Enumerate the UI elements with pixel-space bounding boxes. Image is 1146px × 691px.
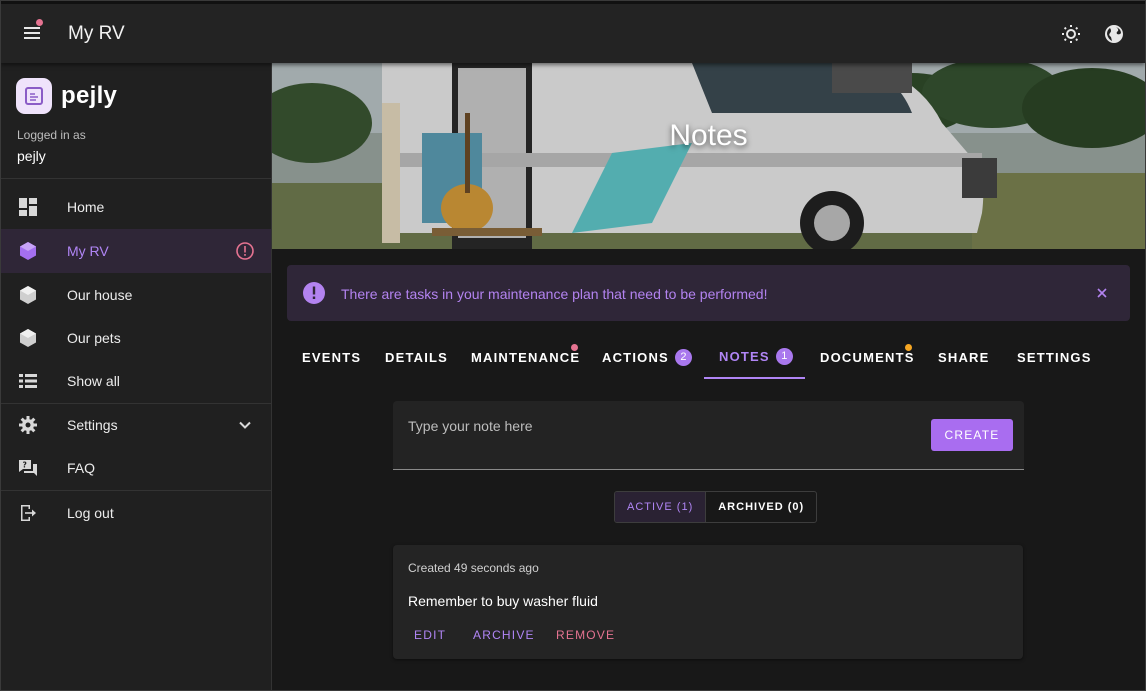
hero-banner: Notes [272, 63, 1145, 249]
page-title: Notes [669, 119, 748, 152]
maintenance-alert: There are tasks in your maintenance plan… [287, 265, 1130, 321]
edit-button[interactable]: EDIT [414, 628, 446, 642]
app-window: My RV pejly Logged in as pejly Home My R… [0, 0, 1146, 691]
sidebar-item-settings[interactable]: Settings [1, 403, 271, 447]
tab-label: SHARE [938, 349, 990, 365]
notification-dot [905, 344, 912, 351]
sidebar-item-home[interactable]: Home [1, 185, 271, 229]
tab-label: MAINTENANCE [471, 349, 581, 365]
note-input[interactable]: Type your note here CREATE [393, 401, 1024, 470]
sidebar-item-our-house[interactable]: Our house [1, 273, 271, 317]
svg-text:?: ? [23, 461, 27, 470]
app-title: My RV [68, 23, 125, 44]
divider [1, 178, 271, 179]
logged-in-label: Logged in as [17, 128, 86, 142]
remove-button[interactable]: REMOVE [556, 628, 615, 642]
sidebar-item-log-out[interactable]: Log out [1, 491, 271, 535]
count-badge: 2 [674, 348, 692, 366]
sidebar-item-label: FAQ [67, 460, 96, 476]
note-input-placeholder: Type your note here [408, 418, 533, 434]
sidebar-item-label: Our pets [67, 330, 121, 346]
tab-label: EVENTS [302, 349, 362, 365]
brand-logo [16, 78, 52, 114]
alert-message: There are tasks in your maintenance plan… [341, 286, 768, 302]
list-icon [17, 370, 39, 392]
tab-settings[interactable]: SETTINGS [1017, 335, 1092, 379]
sidebar-item-label: My RV [67, 243, 109, 259]
cube-icon [17, 284, 39, 306]
tab-label: DETAILS [385, 349, 449, 365]
tab-share[interactable]: SHARE [938, 335, 990, 379]
sidebar-item-my-rv[interactable]: My RV [1, 229, 271, 273]
sidebar-item-faq[interactable]: ? FAQ [1, 446, 271, 490]
chevron-down-icon[interactable] [234, 414, 256, 436]
username: pejly [17, 148, 46, 164]
notification-dot [36, 19, 43, 26]
alert-circle-icon [234, 240, 256, 262]
notification-dot [571, 344, 578, 351]
cube-icon [17, 240, 39, 262]
logout-icon [17, 502, 39, 524]
tab-actions[interactable]: ACTIONS 2 [602, 335, 692, 379]
note-filter-toggle: ACTIVE (1) ARCHIVED (0) [614, 491, 818, 523]
document-icon [25, 87, 43, 105]
create-button[interactable]: CREATE [931, 419, 1013, 451]
tab-details[interactable]: DETAILS [385, 335, 448, 379]
language-button[interactable] [1102, 22, 1126, 46]
sidebar-item-label: Our house [67, 287, 133, 303]
app-bar: My RV [1, 1, 1145, 63]
archived-filter-button[interactable]: ARCHIVED (0) [706, 492, 816, 522]
tab-label: ACTIONS [602, 349, 669, 365]
main-content: Notes There are tasks in your maintenanc… [272, 60, 1145, 690]
sidebar-item-label: Home [67, 199, 105, 215]
note-created-time: Created 49 seconds ago [408, 561, 539, 575]
theme-toggle-button[interactable] [1059, 22, 1083, 46]
tab-label: SETTINGS [1017, 349, 1092, 365]
cube-icon [17, 327, 39, 349]
tab-maintenance[interactable]: MAINTENANCE [471, 335, 580, 379]
globe-icon [1105, 25, 1123, 43]
tab-notes[interactable]: NOTES 1 [704, 335, 805, 379]
tab-label: NOTES [719, 348, 770, 364]
brightness-icon [1062, 25, 1080, 43]
faq-icon: ? [17, 457, 39, 479]
sidebar: pejly Logged in as pejly Home My RV Our … [1, 60, 272, 690]
close-icon[interactable] [1093, 284, 1111, 302]
note-text: Remember to buy washer fluid [408, 593, 598, 609]
note-card: Created 49 seconds ago Remember to buy w… [393, 545, 1023, 659]
sidebar-item-label: Settings [67, 417, 118, 433]
sidebar-item-our-pets[interactable]: Our pets [1, 316, 271, 360]
sidebar-item-label: Show all [67, 373, 120, 389]
dashboard-icon [17, 196, 39, 218]
sidebar-item-label: Log out [67, 505, 114, 521]
sidebar-item-show-all[interactable]: Show all [1, 359, 271, 403]
tab-events[interactable]: EVENTS [302, 335, 361, 379]
brand-name: pejly [61, 82, 118, 109]
hero-overlay [272, 63, 1145, 249]
archive-button[interactable]: ARCHIVE [473, 628, 535, 642]
tab-label: DOCUMENTS [820, 349, 915, 365]
alert-circle-icon [302, 281, 326, 305]
gear-icon [17, 414, 39, 436]
menu-button[interactable] [17, 18, 47, 48]
active-filter-button[interactable]: ACTIVE (1) [615, 492, 707, 522]
tab-documents[interactable]: DOCUMENTS [820, 335, 915, 379]
count-badge: 1 [775, 347, 793, 365]
brand[interactable]: pejly [16, 78, 117, 114]
